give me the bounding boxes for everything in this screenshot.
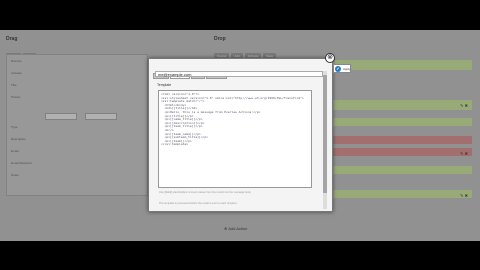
template-dialog: SetupTemplateTestAdvanced me@example.com… xyxy=(148,58,333,212)
close-icon[interactable]: ⊗ xyxy=(325,53,335,63)
dialog-scrollbar[interactable] xyxy=(323,71,327,209)
template-label: Template xyxy=(157,83,172,87)
template-hint: Use [[field]] placeholders to insert val… xyxy=(159,191,252,194)
apply-label: Apply xyxy=(343,67,351,71)
template-hint-secondary: The template is processed before the ema… xyxy=(159,202,238,205)
checkmark-icon: ✔ xyxy=(335,66,341,72)
template-editor[interactable]: <?xml version="1.0"?> <xsl:stylesheet ve… xyxy=(158,90,312,188)
apply-button[interactable]: ✔ Apply xyxy=(333,64,351,73)
scrollbar-thumb[interactable] xyxy=(323,75,327,193)
email-field[interactable]: me@example.com xyxy=(155,71,323,77)
